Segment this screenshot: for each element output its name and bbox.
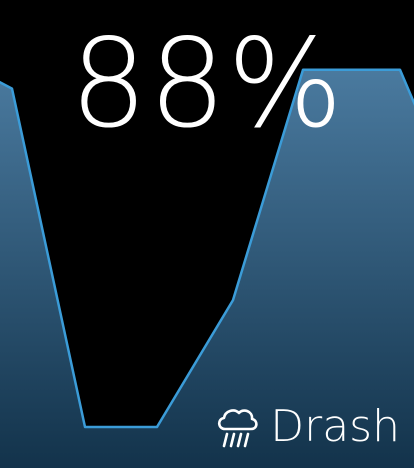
humidity-percentage: 88% (69, 13, 345, 155)
brand-name: Drash (270, 401, 400, 452)
cloud-rain-icon (218, 409, 258, 448)
brand-badge: Drash (214, 400, 400, 454)
